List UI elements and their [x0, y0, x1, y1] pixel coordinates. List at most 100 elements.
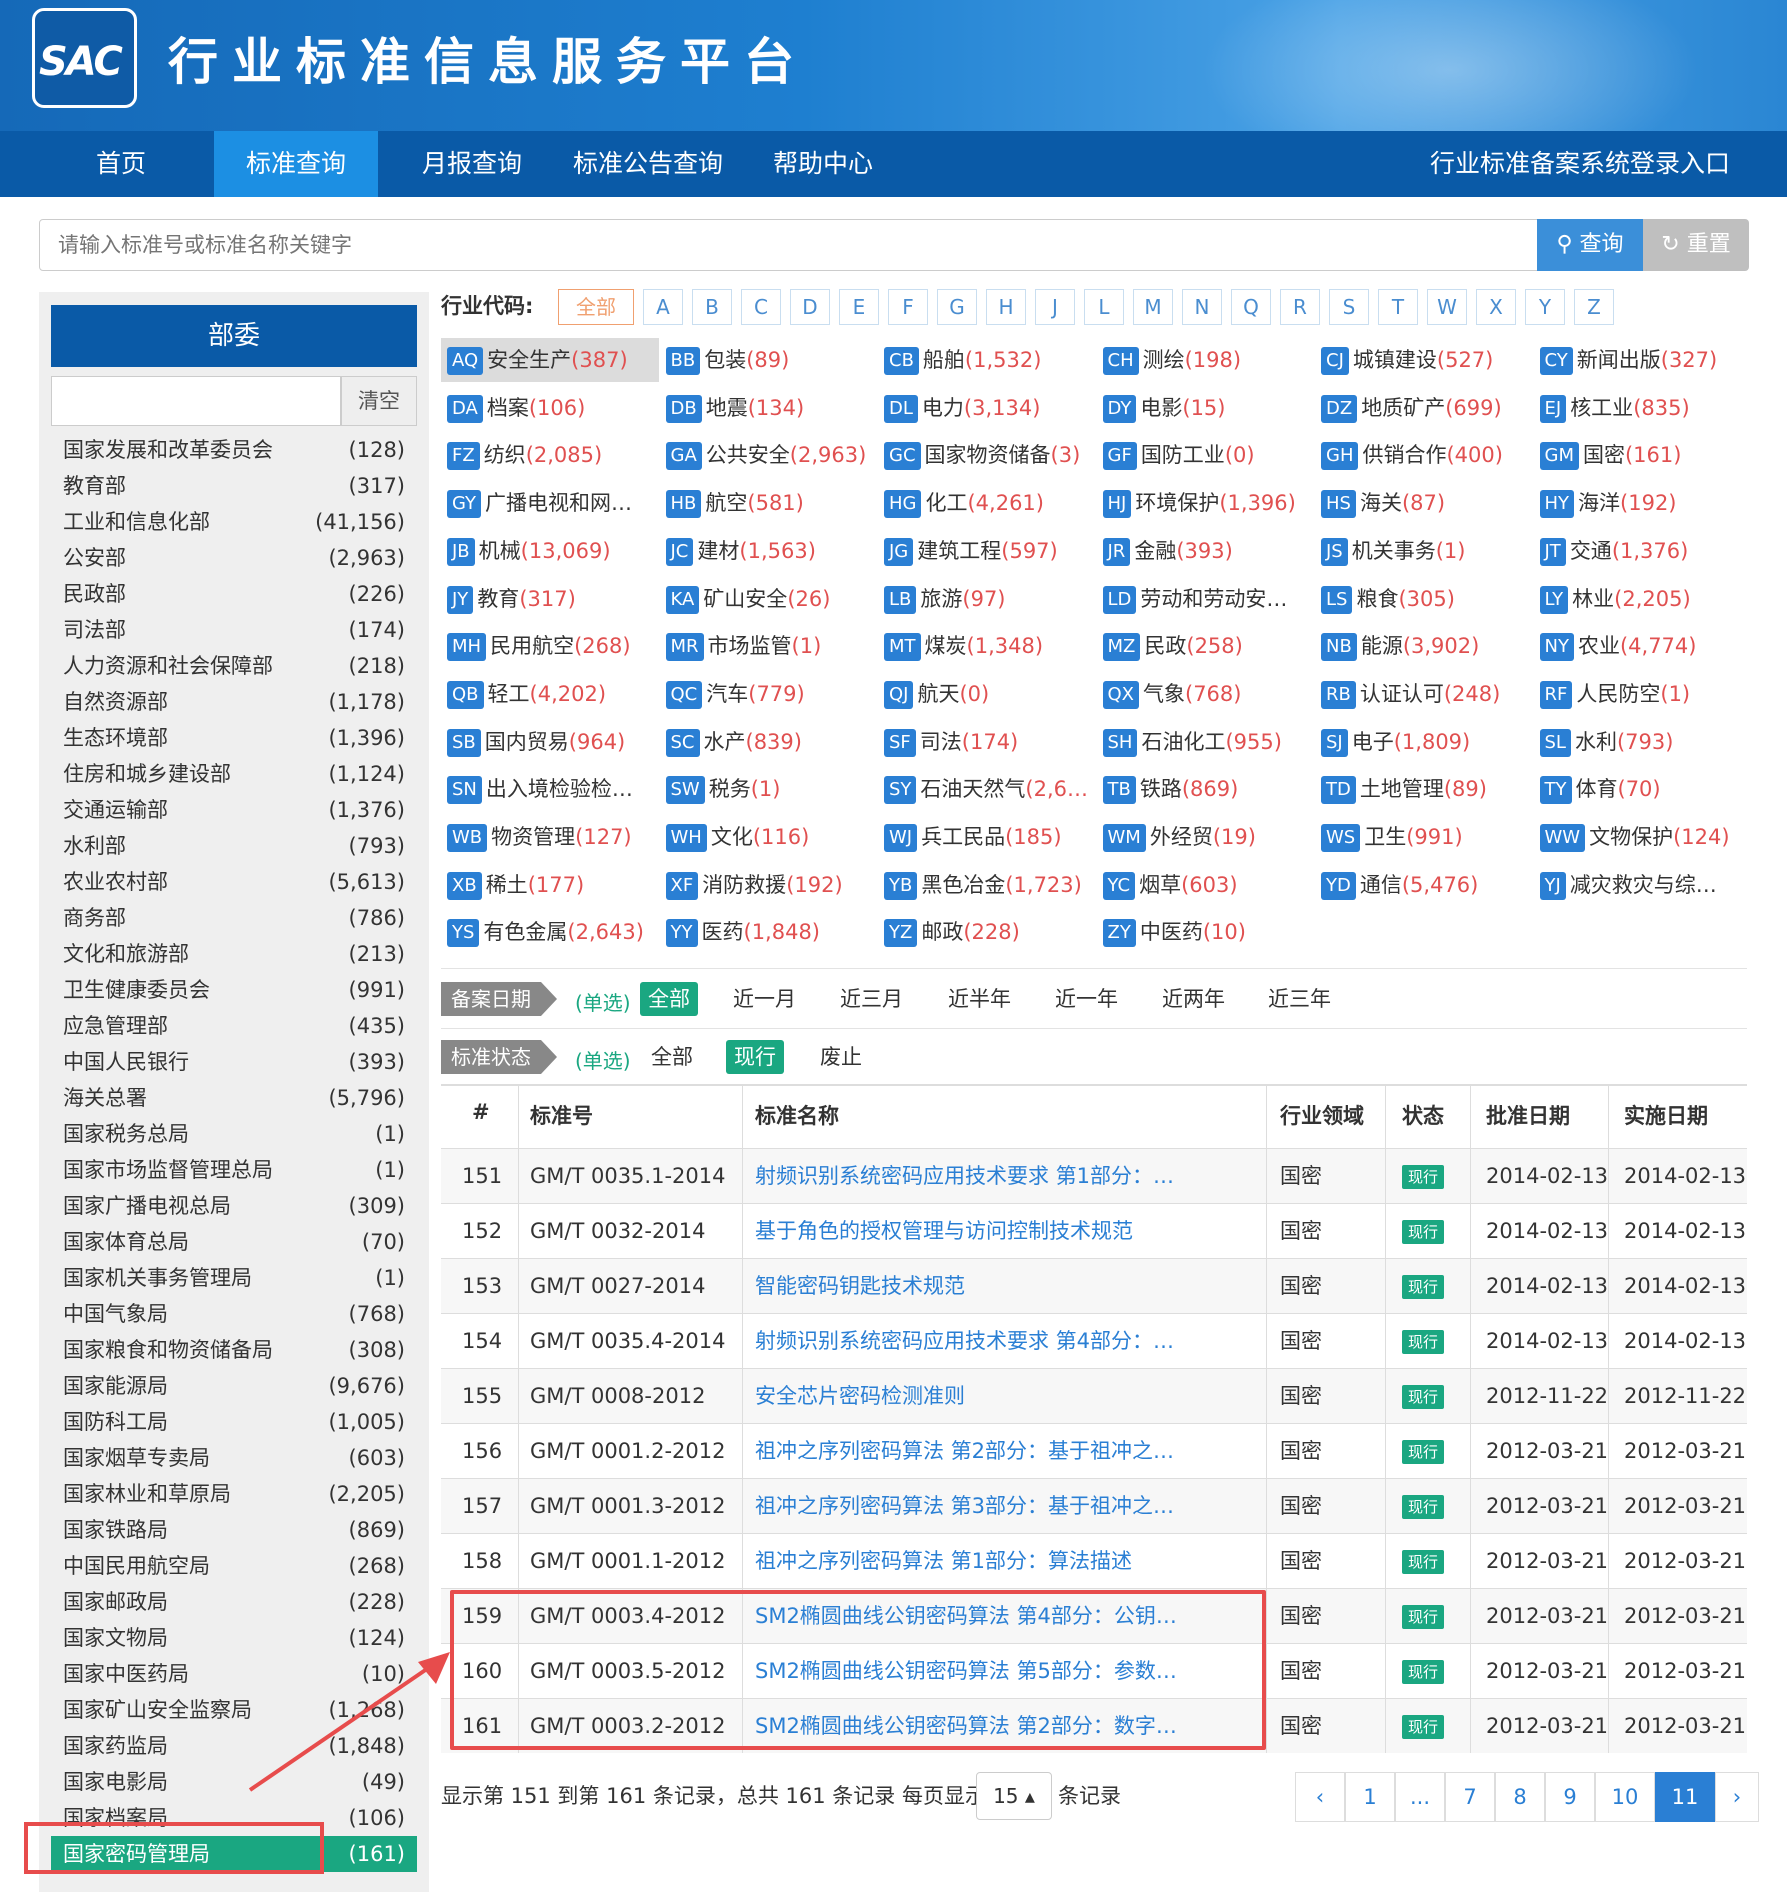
industry-code-item[interactable]: SN 出入境检验检… — [441, 767, 659, 811]
industry-code-item[interactable]: HG 化工(4,261) — [878, 481, 1096, 525]
industry-code-item[interactable]: CY 新闻出版(327) — [1534, 338, 1752, 382]
status-option[interactable]: 现行 — [726, 1040, 784, 1074]
industry-code-item[interactable]: BB 包装(89) — [660, 338, 878, 382]
letter-filter-item[interactable]: E — [839, 289, 879, 325]
status-option[interactable]: 废止 — [812, 1040, 870, 1074]
dept-item[interactable]: 国家发展和改革委员会 (128) — [51, 432, 417, 468]
industry-code-item[interactable]: SF 司法(174) — [878, 720, 1096, 764]
industry-code-item[interactable]: QX 气象(768) — [1097, 672, 1315, 716]
page-button[interactable]: › — [1715, 1772, 1759, 1822]
industry-code-item[interactable]: JT 交通(1,376) — [1534, 529, 1752, 573]
dept-item[interactable]: 国家烟草专卖局 (603) — [51, 1440, 417, 1476]
industry-code-item[interactable]: DB 地震(134) — [660, 386, 878, 430]
industry-code-item[interactable]: JS 机关事务(1) — [1315, 529, 1533, 573]
industry-code-item[interactable]: SW 税务(1) — [660, 767, 878, 811]
sac-logo[interactable]: SAC — [32, 8, 137, 108]
dept-item[interactable]: 文化和旅游部 (213) — [51, 936, 417, 972]
standard-name-link[interactable]: 祖冲之序列密码算法 第3部分：基于祖冲之算… — [755, 1479, 1195, 1534]
date-option[interactable]: 近三年 — [1260, 982, 1339, 1016]
industry-code-item[interactable]: NB 能源(3,902) — [1315, 624, 1533, 668]
dept-item[interactable]: 司法部 (174) — [51, 612, 417, 648]
letter-filter-item[interactable]: J — [1035, 289, 1075, 325]
industry-code-item[interactable]: QC 汽车(779) — [660, 672, 878, 716]
industry-code-item[interactable]: YS 有色金属(2,643) — [441, 910, 659, 954]
standard-name-link[interactable]: 基于角色的授权管理与访问控制技术规范 — [755, 1204, 1195, 1259]
dept-clear-button[interactable]: 清空 — [341, 376, 417, 426]
industry-code-item[interactable]: LB 旅游(97) — [878, 577, 1096, 621]
industry-code-item[interactable]: YZ 邮政(228) — [878, 910, 1096, 954]
industry-code-item[interactable]: JB 机械(13,069) — [441, 529, 659, 573]
dept-item[interactable]: 中国人民银行 (393) — [51, 1044, 417, 1080]
industry-code-item[interactable]: JY 教育(317) — [441, 577, 659, 621]
page-button[interactable]: ... — [1395, 1772, 1445, 1822]
letter-filter-item[interactable]: C — [741, 289, 781, 325]
dept-item[interactable]: 民政部 (226) — [51, 576, 417, 612]
page-button[interactable]: 7 — [1445, 1772, 1495, 1822]
dept-item[interactable]: 国家铁路局 (869) — [51, 1512, 417, 1548]
dept-item[interactable]: 交通运输部 (1,376) — [51, 792, 417, 828]
industry-code-item[interactable]: TY 体育(70) — [1534, 767, 1752, 811]
query-button[interactable]: ⚲ 查询 — [1537, 219, 1643, 271]
dept-item[interactable]: 工业和信息化部 (41,156) — [51, 504, 417, 540]
letter-filter-item[interactable]: A — [643, 289, 683, 325]
dept-item[interactable]: 应急管理部 (435) — [51, 1008, 417, 1044]
industry-code-item[interactable]: JR 金融(393) — [1097, 529, 1315, 573]
industry-code-item[interactable]: CH 测绘(198) — [1097, 338, 1315, 382]
dept-item[interactable]: 国家粮食和物资储备局 (308) — [51, 1332, 417, 1368]
dept-item[interactable]: 国家机关事务管理局 (1) — [51, 1260, 417, 1296]
letter-filter-item[interactable]: Z — [1574, 289, 1614, 325]
industry-code-item[interactable]: CB 船舶(1,532) — [878, 338, 1096, 382]
industry-code-item[interactable]: DZ 地质矿产(699) — [1315, 386, 1533, 430]
industry-code-item[interactable]: MT 煤炭(1,348) — [878, 624, 1096, 668]
industry-code-item[interactable]: SH 石油化工(955) — [1097, 720, 1315, 764]
industry-code-item[interactable]: JC 建材(1,563) — [660, 529, 878, 573]
letter-filter-item[interactable]: D — [790, 289, 830, 325]
nav-monthly-report[interactable]: 月报查询 — [412, 131, 532, 197]
industry-code-item[interactable]: WH 文化(116) — [660, 815, 878, 859]
page-button[interactable]: 8 — [1495, 1772, 1545, 1822]
page-button[interactable]: 11 — [1655, 1772, 1715, 1822]
dept-item[interactable]: 住房和城乡建设部 (1,124) — [51, 756, 417, 792]
industry-code-item[interactable]: GH 供销合作(400) — [1315, 433, 1533, 477]
dept-item[interactable]: 国防科工局 (1,005) — [51, 1404, 417, 1440]
industry-code-item[interactable]: AQ 安全生产(387) — [441, 338, 659, 382]
dept-item[interactable]: 水利部 (793) — [51, 828, 417, 864]
industry-code-item[interactable]: RF 人民防空(1) — [1534, 672, 1752, 716]
nav-announcement-query[interactable]: 标准公告查询 — [568, 131, 728, 197]
industry-code-item[interactable]: YY 医药(1,848) — [660, 910, 878, 954]
letter-filter-item[interactable]: N — [1182, 289, 1222, 325]
date-option[interactable]: 近半年 — [940, 982, 1019, 1016]
page-button[interactable]: 9 — [1545, 1772, 1595, 1822]
dept-item[interactable]: 中国气象局 (768) — [51, 1296, 417, 1332]
industry-code-item[interactable]: SB 国内贸易(964) — [441, 720, 659, 764]
industry-code-item[interactable]: XF 消防救援(192) — [660, 863, 878, 907]
industry-code-item[interactable]: RB 认证认可(248) — [1315, 672, 1533, 716]
industry-code-item[interactable]: QB 轻工(4,202) — [441, 672, 659, 716]
dept-item[interactable]: 商务部 (786) — [51, 900, 417, 936]
date-option[interactable]: 近一年 — [1047, 982, 1126, 1016]
letter-filter-item[interactable]: S — [1329, 289, 1369, 325]
page-button[interactable]: 1 — [1345, 1772, 1395, 1822]
industry-code-item[interactable]: LY 林业(2,205) — [1534, 577, 1752, 621]
industry-code-item[interactable]: QJ 航天(0) — [878, 672, 1096, 716]
industry-code-item[interactable]: GF 国防工业(0) — [1097, 433, 1315, 477]
dept-item[interactable]: 公安部 (2,963) — [51, 540, 417, 576]
industry-code-item[interactable]: NY 农业(4,774) — [1534, 624, 1752, 668]
industry-code-item[interactable]: SC 水产(839) — [660, 720, 878, 764]
industry-code-item[interactable]: LD 劳动和劳动安… — [1097, 577, 1315, 621]
industry-code-item[interactable]: SY 石油天然气(2,6… — [878, 767, 1096, 811]
industry-code-item[interactable]: MH 民用航空(268) — [441, 624, 659, 668]
industry-code-item[interactable]: FZ 纺织(2,085) — [441, 433, 659, 477]
nav-home[interactable]: 首页 — [70, 131, 172, 197]
industry-code-item[interactable]: WS 卫生(991) — [1315, 815, 1533, 859]
industry-code-item[interactable]: YD 通信(5,476) — [1315, 863, 1533, 907]
dept-item[interactable]: 中国民用航空局 (268) — [51, 1548, 417, 1584]
industry-code-item[interactable]: KA 矿山安全(26) — [660, 577, 878, 621]
page-button[interactable]: ‹ — [1295, 1772, 1345, 1822]
letter-filter-item[interactable]: T — [1378, 289, 1418, 325]
industry-code-item[interactable]: HS 海关(87) — [1315, 481, 1533, 525]
page-button[interactable]: 10 — [1595, 1772, 1655, 1822]
letter-filter-item[interactable]: G — [937, 289, 977, 325]
industry-code-item[interactable]: JG 建筑工程(597) — [878, 529, 1096, 573]
industry-code-item[interactable]: TD 土地管理(89) — [1315, 767, 1533, 811]
